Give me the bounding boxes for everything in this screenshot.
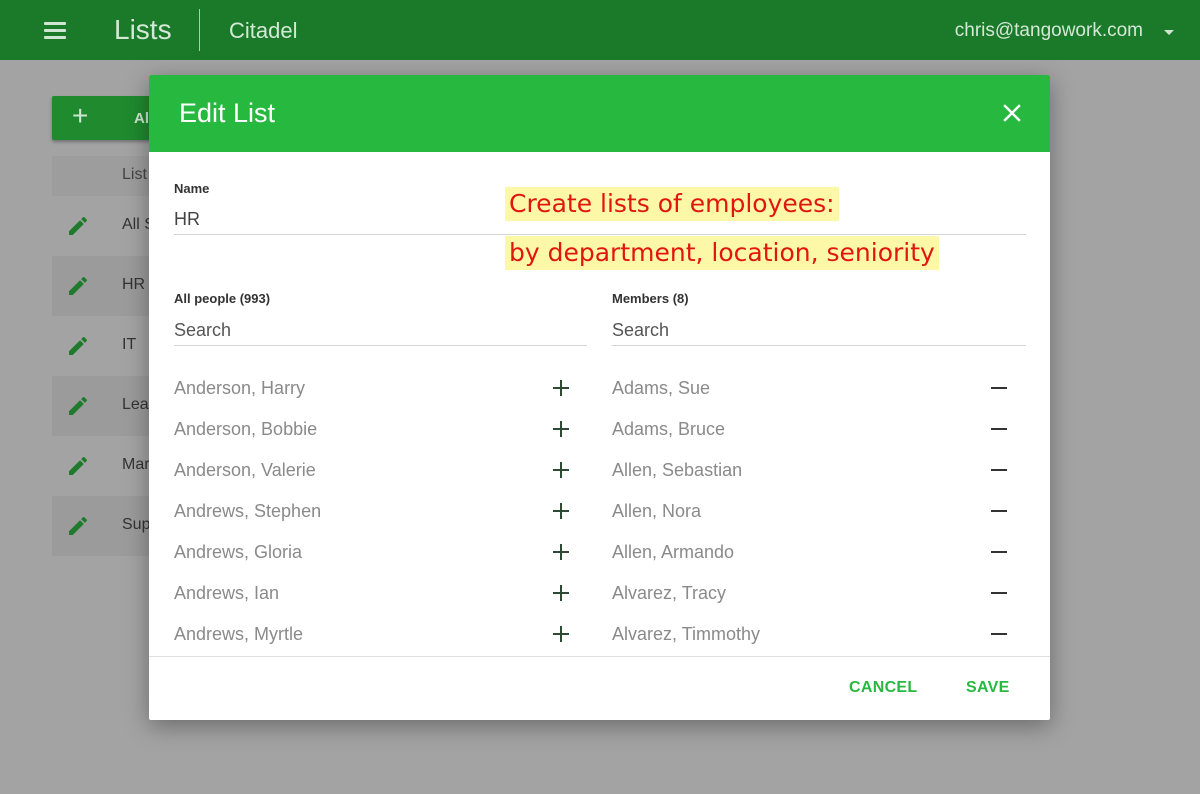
person-list-item: Andrews, Stephen [174, 499, 574, 540]
all-people-search-input[interactable] [174, 317, 584, 343]
list-name: Sup [122, 516, 151, 533]
person-name: Andrews, Gloria [174, 542, 303, 562]
add-person-icon[interactable] [549, 458, 573, 482]
person-name: Andrews, Ian [174, 583, 280, 603]
pencil-icon[interactable] [66, 454, 90, 478]
user-menu[interactable]: chris@tangowork.com [955, 20, 1143, 42]
save-button[interactable]: SAVE [966, 679, 1010, 697]
person-list-item: Andrews, Ian [174, 581, 574, 622]
member-name: Adams, Bruce [612, 419, 726, 439]
person-list-item: Anderson, Valerie [174, 458, 574, 499]
add-person-icon[interactable] [549, 417, 573, 441]
member-list-item: Adams, Sue [612, 376, 1012, 417]
dialog-title: Edit List [179, 98, 276, 128]
person-name: Andrews, Stephen [174, 501, 322, 521]
person-list-item: Anderson, Harry [174, 376, 574, 417]
page-title: Lists [114, 14, 172, 45]
name-field-label: Name [174, 181, 210, 196]
list-name: IT [122, 336, 137, 353]
appbar-divider [199, 9, 200, 51]
annotation-line-2: by department, location, seniority [505, 236, 939, 270]
add-list-button-label: Al [134, 110, 149, 127]
member-list-item: Alvarez, Tracy [612, 581, 1012, 622]
remove-member-icon[interactable] [987, 417, 1011, 441]
member-list-item: Allen, Sebastian [612, 458, 1012, 499]
pencil-icon[interactable] [66, 214, 90, 238]
all-people-label: All people (993) [174, 291, 271, 306]
all-people-list: Anderson, Harry Anderson, Bobbie Anderson,… [174, 376, 574, 663]
remove-member-icon[interactable] [987, 458, 1011, 482]
member-name: Adams, Sue [612, 378, 711, 398]
add-person-icon[interactable] [549, 376, 573, 400]
members-label: Members (8) [612, 291, 689, 306]
add-person-icon[interactable] [549, 540, 573, 564]
member-list-item: Allen, Armando [612, 540, 1012, 581]
table-header-label: List [122, 166, 147, 183]
annotation-line-1: Create lists of employees: [505, 187, 839, 221]
member-name: Allen, Nora [612, 501, 702, 521]
name-field[interactable]: HR [174, 209, 200, 230]
person-list-item: Anderson, Bobbie [174, 417, 574, 458]
name-field-underline [174, 234, 1026, 235]
person-name: Anderson, Bobbie [174, 419, 318, 439]
pencil-icon[interactable] [66, 394, 90, 418]
add-person-icon[interactable] [549, 499, 573, 523]
member-list-item: Adams, Bruce [612, 417, 1012, 458]
member-name: Allen, Armando [612, 542, 735, 562]
person-name: Anderson, Harry [174, 378, 306, 398]
remove-member-icon[interactable] [987, 499, 1011, 523]
member-name: Alvarez, Tracy [612, 583, 727, 603]
person-name: Andrews, Myrtle [174, 624, 304, 644]
organization-name: Citadel [229, 18, 298, 43]
person-list-item: Andrews, Gloria [174, 540, 574, 581]
all-people-search-underline [174, 345, 587, 346]
remove-member-icon[interactable] [987, 376, 1011, 400]
app-bar: Lists Citadel chris@tangowork.com [0, 0, 1200, 60]
add-person-icon[interactable] [549, 581, 573, 605]
member-name: Alvarez, Timmothy [612, 624, 761, 644]
member-name: Allen, Sebastian [612, 460, 743, 480]
remove-member-icon[interactable] [987, 540, 1011, 564]
members-list: Adams, Sue Adams, Bruce Allen, Sebastian Al… [612, 376, 1012, 663]
pencil-icon[interactable] [66, 334, 90, 358]
members-search-input[interactable] [612, 317, 1022, 343]
cancel-button[interactable]: CANCEL [849, 679, 917, 697]
pencil-icon[interactable] [66, 514, 90, 538]
close-icon[interactable] [1000, 101, 1024, 125]
remove-member-icon[interactable] [987, 581, 1011, 605]
pencil-icon[interactable] [66, 274, 90, 298]
member-list-item: Allen, Nora [612, 499, 1012, 540]
hamburger-menu-icon[interactable] [40, 18, 72, 42]
dialog-header: Edit List [149, 75, 1050, 152]
list-name: HR [122, 276, 146, 293]
list-name: Mar [122, 456, 150, 473]
caret-down-icon[interactable] [1164, 30, 1174, 35]
list-name: Lea [122, 396, 149, 413]
plus-icon: + [72, 100, 89, 131]
add-person-icon[interactable] [549, 622, 573, 646]
dialog-footer-divider [149, 656, 1050, 657]
remove-member-icon[interactable] [987, 622, 1011, 646]
edit-list-dialog: Edit List Name HR All people (993) Membe… [149, 75, 1050, 720]
members-search-underline [612, 345, 1026, 346]
person-name: Anderson, Valerie [174, 460, 316, 480]
